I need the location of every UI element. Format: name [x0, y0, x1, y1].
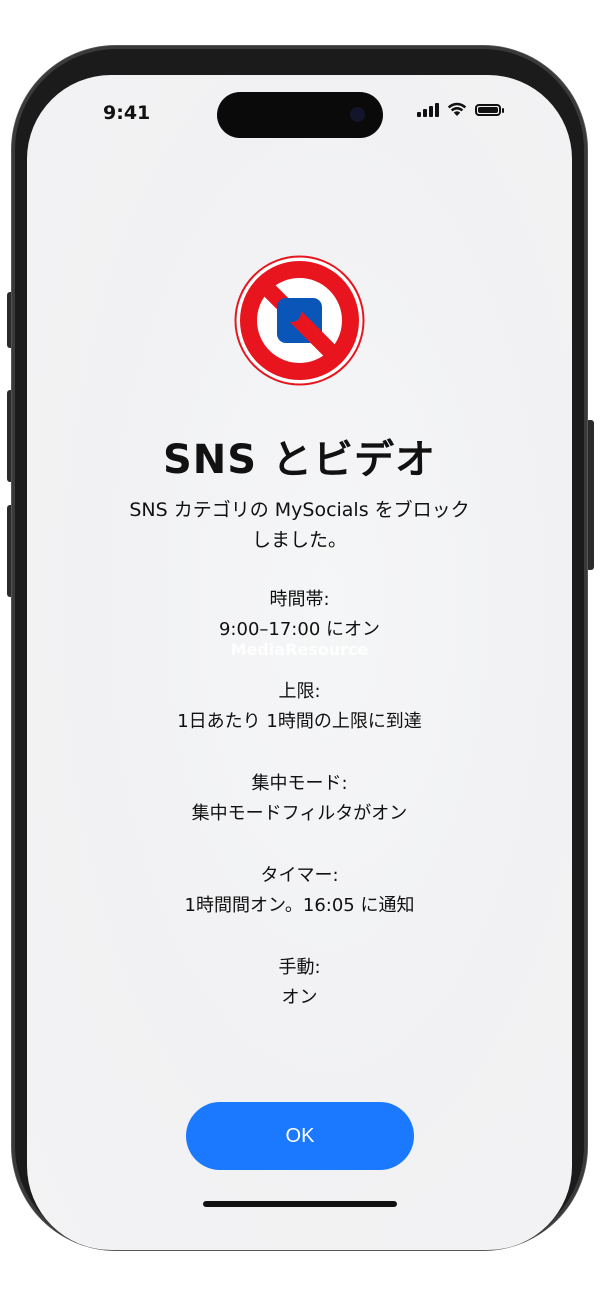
home-indicator[interactable] [203, 1201, 397, 1207]
detail-limit: 上限: 1日あたり 1時間の上限に到達 [67, 677, 532, 737]
detail-timer: タイマー: 1時間間オン。16:05 に通知 [67, 861, 532, 921]
detail-label: 時間帯: [269, 589, 330, 610]
page-title: SNS とビデオ [162, 437, 437, 483]
battery-icon [475, 103, 504, 116]
dynamic-island [217, 92, 383, 138]
block-message-line-2: しました。 [251, 529, 347, 551]
detail-value: 1時間間オン。16:05 に通知 [184, 895, 415, 916]
camera-icon [350, 107, 365, 122]
detail-manual: 手動: オン [67, 953, 532, 1013]
status-time: 9:41 [103, 102, 151, 124]
detail-focus-mode: 集中モード: 集中モードフィルタがオン [67, 769, 532, 829]
phone-screen: 9:41 SNS とビデオ SNS カテゴリの MySocials をブロック … [27, 75, 572, 1250]
detail-value: 1日あたり 1時間の上限に到達 [177, 711, 422, 732]
detail-label: タイマー: [260, 865, 339, 886]
detail-schedule: 時間帯: 9:00–17:00 にオン [67, 585, 532, 645]
status-icons [417, 102, 504, 117]
detail-value: 集中モードフィルタがオン [191, 803, 408, 824]
status-bar: 9:41 [27, 75, 572, 155]
detail-label: 上限: [278, 681, 321, 702]
detail-label: 手動: [278, 957, 321, 978]
wifi-icon [447, 102, 467, 116]
ok-button[interactable]: OK [186, 1102, 414, 1170]
device-stage: 9:41 SNS とビデオ SNS カテゴリの MySocials をブロック … [0, 0, 600, 1298]
detail-label: 集中モード: [251, 773, 348, 794]
detail-value: 9:00–17:00 にオン [218, 619, 380, 640]
signal-icon [417, 102, 439, 117]
block-message-line-1: SNS カテゴリの MySocials をブロック [129, 499, 470, 521]
blocked-app-icon [234, 255, 365, 386]
detail-value: オン [281, 987, 318, 1008]
side-power-button[interactable] [586, 420, 594, 570]
block-message: SNS カテゴリの MySocials をブロック しました。 [87, 495, 512, 555]
